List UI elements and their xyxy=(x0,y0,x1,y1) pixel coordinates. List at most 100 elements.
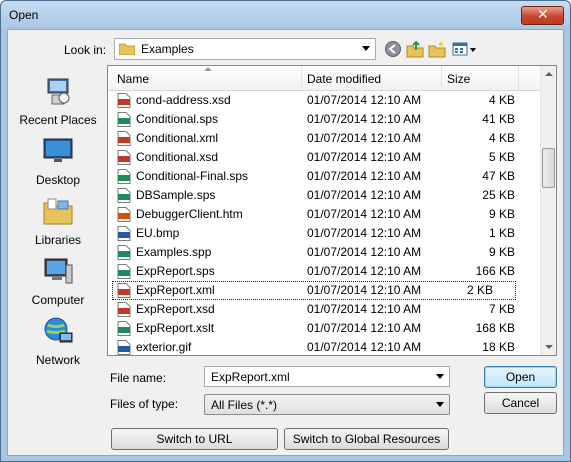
file-row[interactable]: ExpReport.xsd 01/07/2014 12:10 AM 7 KB xyxy=(108,300,542,319)
list-header: Name Date modified Size xyxy=(108,66,542,91)
file-size: 18 KB xyxy=(482,340,515,354)
place-libraries[interactable]: Libraries xyxy=(12,195,104,255)
vertical-scrollbar[interactable] xyxy=(540,66,556,355)
xml-file-icon xyxy=(117,131,131,146)
file-name: cond-address.xsd xyxy=(136,93,231,107)
column-header-size[interactable]: Size xyxy=(447,72,470,86)
xslt-file-icon xyxy=(117,321,131,336)
file-date: 01/07/2014 12:10 AM xyxy=(307,226,422,240)
chevron-down-icon xyxy=(362,46,370,51)
file-list[interactable]: Name Date modified Size cond-address.xsd… xyxy=(107,65,557,356)
computer-icon xyxy=(44,258,73,284)
file-size: 166 KB xyxy=(475,264,515,278)
file-size: 25 KB xyxy=(482,188,515,202)
title-bar: Open ✕ xyxy=(1,1,570,29)
file-date: 01/07/2014 12:10 AM xyxy=(307,131,422,145)
file-name-field[interactable]: ExpReport.xml xyxy=(204,366,450,387)
file-name: ExpReport.xml xyxy=(136,283,215,297)
folder-icon xyxy=(119,43,135,55)
open-dialog: Open ✕ Look in: Examples Recent Places D… xyxy=(0,0,571,462)
chevron-down-icon[interactable] xyxy=(436,374,444,379)
place-label: Network xyxy=(35,353,80,367)
file-name: ExpReport.sps xyxy=(136,264,215,278)
scroll-down-icon[interactable] xyxy=(545,345,553,349)
back-icon[interactable] xyxy=(384,40,402,58)
htm-file-icon xyxy=(117,207,131,222)
place-desktop[interactable]: Desktop xyxy=(12,135,104,195)
close-icon: ✕ xyxy=(537,7,549,23)
file-name-label: File name: xyxy=(110,371,167,385)
column-divider[interactable] xyxy=(441,66,442,90)
place-label: Desktop xyxy=(35,173,81,187)
column-header-name[interactable]: Name xyxy=(117,72,149,86)
place-recent-places[interactable]: Recent Places xyxy=(12,75,104,135)
file-row[interactable]: Conditional-Final.sps 01/07/2014 12:10 AM… xyxy=(108,167,542,186)
file-size: 41 KB xyxy=(482,112,515,126)
look-in-value: Examples xyxy=(141,42,194,56)
file-name: EU.bmp xyxy=(136,226,180,240)
file-date: 01/07/2014 12:10 AM xyxy=(307,150,422,164)
switch-to-global-resources-button[interactable]: Switch to Global Resources xyxy=(284,428,449,450)
xsd-file-icon xyxy=(117,150,131,165)
place-label: Computer xyxy=(31,293,85,307)
file-row[interactable]: EU.bmp 01/07/2014 12:10 AM 1 KB xyxy=(108,224,542,243)
file-row[interactable]: cond-address.xsd 01/07/2014 12:10 AM 4 KB xyxy=(108,91,542,110)
file-type-label: Files of type: xyxy=(110,397,179,411)
column-divider[interactable] xyxy=(301,66,302,90)
file-row[interactable]: DBSample.sps 01/07/2014 12:10 AM 25 KB xyxy=(108,186,542,205)
file-date: 01/07/2014 12:10 AM xyxy=(307,245,422,259)
file-size: 168 KB xyxy=(475,321,515,335)
desktop-icon xyxy=(43,138,73,162)
up-folder-icon[interactable] xyxy=(406,40,424,58)
file-name: Examples.spp xyxy=(136,245,212,259)
column-header-date[interactable]: Date modified xyxy=(307,72,381,86)
look-in-dropdown[interactable]: Examples xyxy=(114,38,376,60)
bmp-file-icon xyxy=(117,226,131,241)
file-row[interactable]: Examples.spp 01/07/2014 12:10 AM 9 KB xyxy=(108,243,542,262)
file-row[interactable]: Conditional.xsd 01/07/2014 12:10 AM 5 KB xyxy=(108,148,542,167)
recent-places-icon xyxy=(47,78,70,105)
file-date: 01/07/2014 12:10 AM xyxy=(307,207,422,221)
view-menu-icon[interactable] xyxy=(452,40,478,58)
file-date: 01/07/2014 12:10 AM xyxy=(307,188,422,202)
file-row[interactable]: ExpReport.sps 01/07/2014 12:10 AM 166 KB xyxy=(108,262,542,281)
file-name: exterior.gif xyxy=(136,340,192,354)
file-date: 01/07/2014 12:10 AM xyxy=(307,283,422,297)
file-name: Conditional.xml xyxy=(136,131,219,145)
file-row[interactable]: DebuggerClient.htm 01/07/2014 12:10 AM 9 K… xyxy=(108,205,542,224)
file-type-dropdown[interactable]: All Files (*.*) xyxy=(204,394,450,415)
places-bar: Recent Places Desktop Libraries Computer… xyxy=(12,65,104,367)
sps-file-icon xyxy=(117,112,131,127)
file-name: Conditional.xsd xyxy=(136,150,219,164)
place-network[interactable]: Network xyxy=(12,315,104,375)
file-name: Conditional.sps xyxy=(136,112,219,126)
scroll-up-icon[interactable] xyxy=(545,72,553,76)
file-row[interactable]: ExpReport.xml 01/07/2014 12:10 AM 2 KB xyxy=(112,281,516,300)
new-folder-icon[interactable] xyxy=(428,40,446,58)
file-name-value: ExpReport.xml xyxy=(211,370,290,384)
close-button[interactable]: ✕ xyxy=(521,6,564,25)
file-size: 1 KB xyxy=(488,226,515,240)
gif-file-icon xyxy=(117,340,131,355)
file-size: 4 KB xyxy=(488,93,515,107)
file-row[interactable]: Conditional.xml 01/07/2014 12:10 AM 4 KB xyxy=(108,129,542,148)
file-size: 9 KB xyxy=(488,245,515,259)
scroll-thumb[interactable] xyxy=(542,148,555,188)
file-row[interactable]: exterior.gif 01/07/2014 12:10 AM 18 KB xyxy=(108,338,542,355)
xsd-file-icon xyxy=(117,93,131,108)
window-title: Open xyxy=(9,8,39,22)
switch-to-url-button[interactable]: Switch to URL xyxy=(111,428,278,450)
open-button[interactable]: Open xyxy=(484,366,557,388)
file-size: 9 KB xyxy=(488,207,515,221)
file-row[interactable]: ExpReport.xslt 01/07/2014 12:10 AM 168 KB xyxy=(108,319,542,338)
file-name: DebuggerClient.htm xyxy=(136,207,243,221)
xsd-file-icon xyxy=(117,302,131,317)
libraries-icon xyxy=(43,198,73,225)
file-size: 2 KB xyxy=(466,283,493,297)
cancel-button[interactable]: Cancel xyxy=(484,392,557,414)
file-date: 01/07/2014 12:10 AM xyxy=(307,321,422,335)
column-divider[interactable] xyxy=(518,66,519,90)
file-row[interactable]: Conditional.sps 01/07/2014 12:10 AM 41 KB xyxy=(108,110,542,129)
sort-arrow-icon xyxy=(204,67,212,71)
place-computer[interactable]: Computer xyxy=(12,255,104,315)
